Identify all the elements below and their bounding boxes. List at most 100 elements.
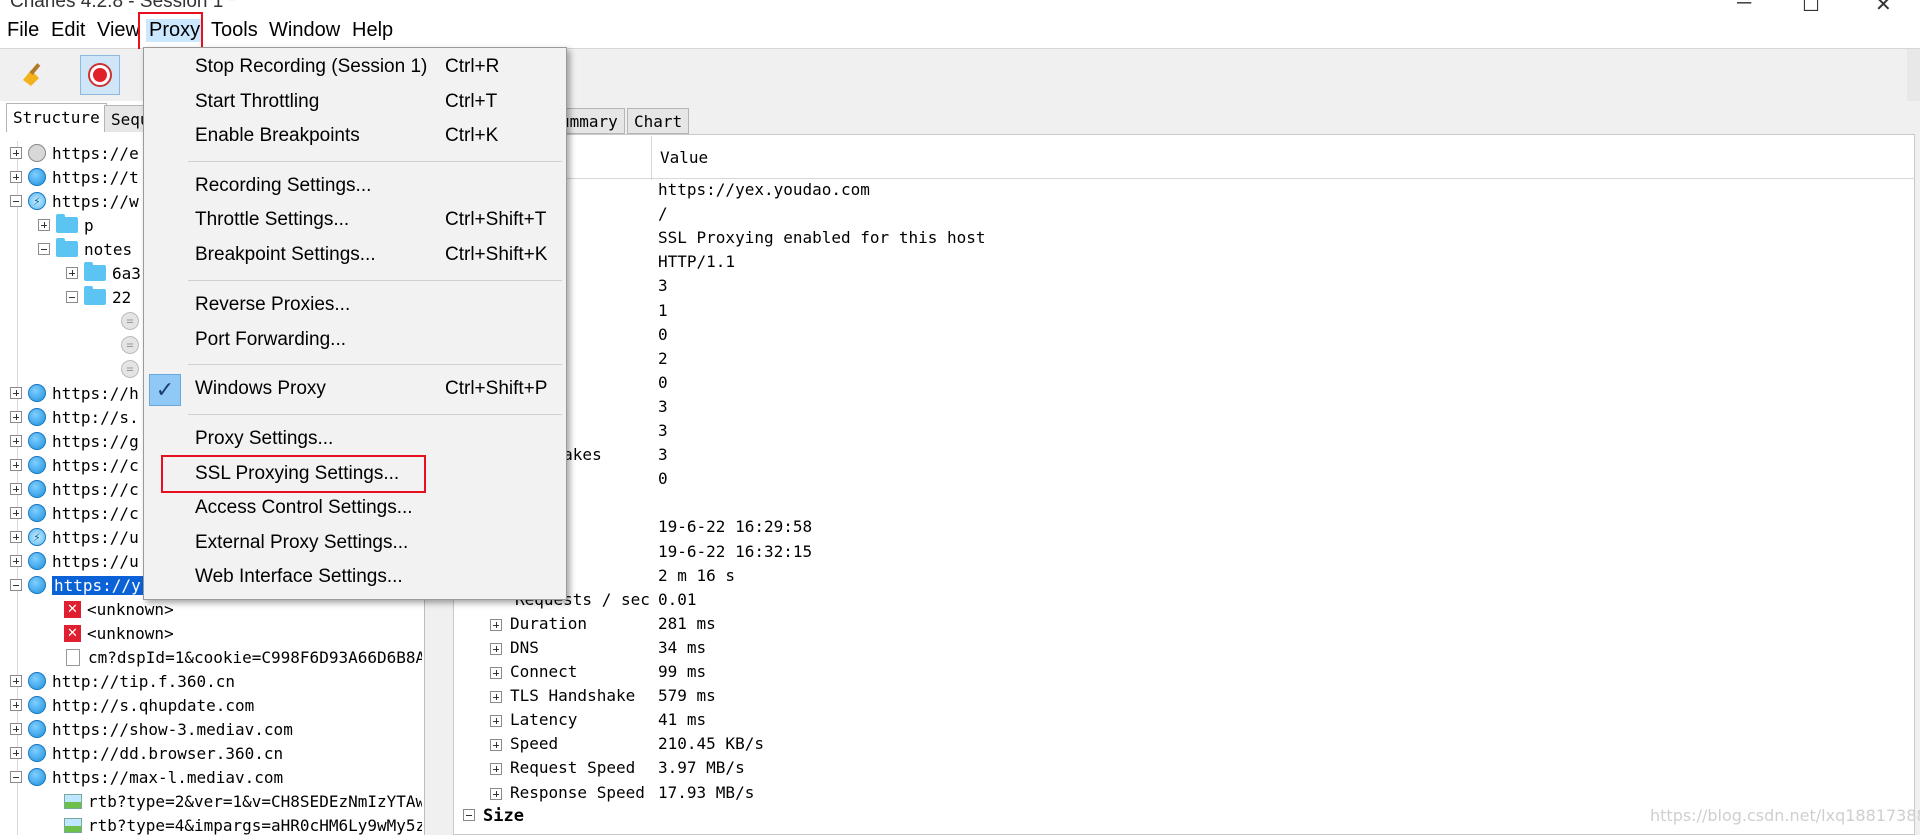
tree-row[interactable]: notes <box>38 237 132 261</box>
folder-icon <box>84 262 106 281</box>
menu-separator <box>188 161 562 162</box>
tree-row[interactable]: cm?dspId=1&cookie=C998F6D93A66D6B8A1F <box>66 645 422 669</box>
tree-row[interactable]: 22 <box>66 285 131 309</box>
menu-item-port-forwarding[interactable]: Port Forwarding... <box>144 326 566 356</box>
tree-row[interactable]: https://e <box>10 141 139 165</box>
close-icon[interactable]: ✕ <box>1875 0 1892 14</box>
request-icon: = <box>121 336 139 354</box>
tree-row[interactable]: https://c <box>10 453 139 477</box>
tree-row[interactable]: p <box>38 213 94 237</box>
tree-row[interactable]: http://dd.browser.360.cn <box>10 741 283 765</box>
right-scrollbar[interactable] <box>1907 49 1920 109</box>
tree-row[interactable]: ✕ <unknown> <box>64 621 174 645</box>
menu-help[interactable]: Help <box>352 19 393 42</box>
menu-item-stop-recording[interactable]: Stop Recording (Session 1) Ctrl+R <box>144 53 566 83</box>
error-icon: ✕ <box>64 624 81 642</box>
tree-row[interactable]: https://h <box>10 381 139 405</box>
overview-field-value: 3 <box>658 445 668 464</box>
globe-icon <box>28 384 46 402</box>
menu-window[interactable]: Window <box>269 19 340 42</box>
expand-icon[interactable] <box>490 738 502 751</box>
menu-view[interactable]: View <box>97 19 140 42</box>
menu-item-external-proxy-settings[interactable]: External Proxy Settings... <box>144 529 566 559</box>
tree-row[interactable]: = <box>121 309 145 333</box>
tree-row[interactable]: https://u <box>10 549 139 573</box>
overview-field-value: 0.01 <box>658 590 697 609</box>
checkmark-icon: ✓ <box>149 374 181 406</box>
record-icon[interactable] <box>80 55 120 95</box>
tree-row[interactable]: https://t <box>10 165 139 189</box>
overview-field-value: 3.97 MB/s <box>658 758 745 777</box>
menu-item-throttle-settings[interactable]: Throttle Settings... Ctrl+Shift+T <box>144 206 566 236</box>
menu-item-recording-settings[interactable]: Recording Settings... <box>144 172 566 202</box>
overview-field-value: 41 ms <box>658 710 707 729</box>
tree-row-selected[interactable]: https://y <box>10 573 143 597</box>
tree-row[interactable]: https://c <box>10 501 139 525</box>
overview-field-value: 3 <box>658 276 668 295</box>
menu-item-reverse-proxies[interactable]: Reverse Proxies... <box>144 291 566 321</box>
tab-sequence[interactable]: Sequ <box>104 105 148 132</box>
tree-row[interactable]: rtb?type=2&ver=1&v=CH8SEDEzNmIzYTAwY <box>64 789 422 813</box>
size-section-header[interactable]: Size <box>463 806 524 826</box>
expand-icon[interactable] <box>490 690 502 703</box>
globe-icon <box>28 408 46 426</box>
tree-row[interactable]: = <box>121 333 145 357</box>
tab-chart[interactable]: Chart <box>627 108 690 134</box>
tree-row[interactable]: https://show-3.mediav.com <box>10 717 293 741</box>
watermark: https://blog.csdn.net/lxq18817388351 <box>1650 806 1920 825</box>
overview-field-name: Duration <box>490 614 587 633</box>
menu-tools[interactable]: Tools <box>211 19 258 42</box>
menu-item-access-control-settings[interactable]: Access Control Settings... <box>144 494 566 524</box>
tree-row[interactable]: http://s.qhupdate.com <box>10 693 254 717</box>
tree-row[interactable]: ⚡ https://u <box>10 525 139 549</box>
expand-icon[interactable] <box>490 787 502 800</box>
request-icon: = <box>121 360 139 378</box>
minimize-icon[interactable]: ─ <box>1737 0 1751 14</box>
tree-row[interactable]: http://tip.f.360.cn <box>10 669 235 693</box>
overview-field-value: 2 m 16 s <box>658 566 736 585</box>
menu-proxy[interactable]: Proxy <box>146 19 204 42</box>
menu-item-windows-proxy[interactable]: ✓ Windows Proxy Ctrl+Shift+P <box>144 374 566 406</box>
tree-row[interactable]: = <box>121 357 145 381</box>
bolt-icon: ⚡ <box>28 528 46 546</box>
tree-row[interactable]: http://s. <box>10 405 139 429</box>
overview-field-name: Request Speed <box>490 758 635 777</box>
overview-field-value: 3 <box>658 421 668 440</box>
menu-edit[interactable]: Edit <box>51 19 85 42</box>
menu-item-enable-breakpoints[interactable]: Enable Breakpoints Ctrl+K <box>144 122 566 152</box>
globe-icon <box>28 168 46 186</box>
tree-row[interactable]: https://c <box>10 477 139 501</box>
column-divider <box>651 136 652 180</box>
globe-icon <box>28 480 46 498</box>
expand-icon[interactable] <box>490 714 502 727</box>
expand-icon[interactable] <box>490 618 502 631</box>
expand-icon[interactable] <box>490 642 502 655</box>
menu-item-breakpoint-settings[interactable]: Breakpoint Settings... Ctrl+Shift+K <box>144 241 566 271</box>
tab-structure[interactable]: Structure <box>6 103 107 132</box>
broom-icon[interactable] <box>12 55 52 95</box>
tree-row[interactable]: ✕ <unknown> <box>64 597 174 621</box>
image-icon <box>64 793 82 809</box>
menu-file[interactable]: File <box>7 19 39 42</box>
globe-icon <box>28 720 46 738</box>
overview-field-name: Connect <box>490 662 577 681</box>
value-column-header[interactable]: Value <box>660 148 708 167</box>
tree-row[interactable]: 6a3 <box>66 261 141 285</box>
overview-field-value: 34 ms <box>658 638 707 657</box>
tree-row[interactable]: https://g <box>10 429 139 453</box>
menu-separator <box>188 364 562 365</box>
tree-row[interactable]: ⚡ https://w <box>10 189 139 213</box>
overview-field-value: HTTP/1.1 <box>658 252 736 271</box>
menu-item-proxy-settings[interactable]: Proxy Settings... <box>144 425 566 455</box>
tree-row[interactable]: https://max-l.mediav.com <box>10 765 283 789</box>
expand-icon[interactable] <box>490 666 502 679</box>
menu-item-ssl-proxying-settings[interactable]: SSL Proxying Settings... <box>144 460 566 490</box>
globe-icon <box>28 672 46 690</box>
menu-item-start-throttling[interactable]: Start Throttling Ctrl+T <box>144 88 566 118</box>
expand-icon[interactable] <box>490 762 502 775</box>
maximize-icon[interactable]: ☐ <box>1802 0 1820 14</box>
menu-separator <box>188 280 562 281</box>
tree-row[interactable]: rtb?type=4&impargs=aHR0cHM6Ly9wMy5zc2 <box>64 813 422 835</box>
menu-item-web-interface-settings[interactable]: Web Interface Settings... <box>144 563 566 593</box>
globe-icon <box>28 504 46 522</box>
